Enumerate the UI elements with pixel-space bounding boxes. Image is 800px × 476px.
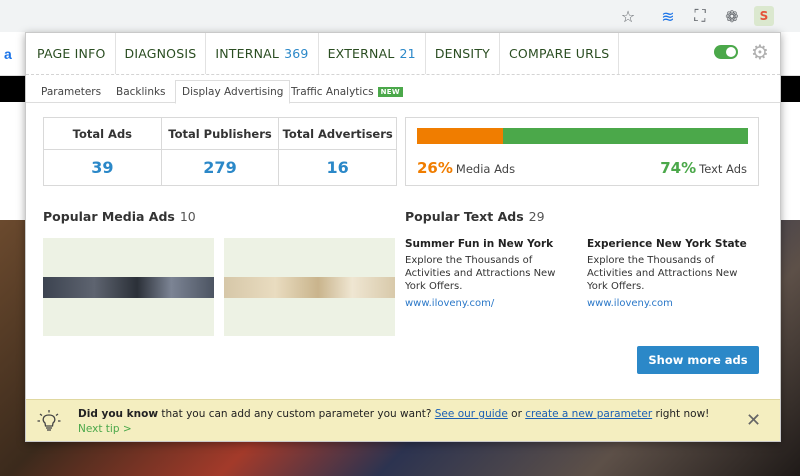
see-our-guide-link[interactable]: See our guide [435, 408, 508, 420]
text-ad-body: Explore the Thousands of Activities and … [405, 255, 556, 292]
heading-count: 29 [528, 209, 545, 224]
subtab-traffic-analytics[interactable]: Traffic Analytics NEW [291, 80, 403, 104]
tab-compare-urls[interactable]: COMPARE URLS [500, 33, 620, 74]
layers-icon[interactable]: ≋ [658, 6, 678, 26]
media-pct: 26% [417, 159, 453, 177]
tab-internal[interactable]: INTERNAL 369 [206, 33, 319, 74]
text-ad: Experience New York State Explore the Th… [587, 238, 757, 309]
popular-text-ads-heading: Popular Text Ads 29 [405, 209, 545, 224]
tip-bar: Did you know that you can add any custom… [26, 399, 780, 441]
stat-header: Total Advertisers [279, 118, 397, 150]
stat-value[interactable]: 39 [44, 150, 161, 185]
stat-header: Total Publishers [161, 118, 279, 150]
media-label: Media Ads [455, 162, 516, 176]
tip-message: Did you know that you can add any custom… [78, 408, 709, 420]
tab-label: DENSITY [434, 46, 490, 61]
extension-icon[interactable]: ❁ [722, 6, 742, 26]
media-ad-banner-image [224, 277, 395, 298]
create-parameter-link[interactable]: create a new parameter [525, 408, 652, 420]
media-ad-banner-image [43, 277, 214, 298]
top-navigation: PAGE INFO DIAGNOSIS INTERNAL 369 EXTERNAL… [26, 33, 780, 75]
tab-count: 369 [284, 46, 309, 61]
tip-text-end: right now! [655, 408, 710, 420]
subtab-display-advertising[interactable]: Display Advertising [175, 80, 291, 104]
heading-text: Popular Media Ads [43, 209, 175, 224]
seo-extension-popup: PAGE INFO DIAGNOSIS INTERNAL 369 EXTERNAL… [25, 32, 781, 442]
text-ad-title: Experience New York State [587, 238, 747, 250]
ads-ratio-bar [417, 128, 748, 144]
stat-header: Total Ads [44, 118, 161, 150]
text-pct: 74% [660, 159, 697, 177]
text-ad-url[interactable]: www.iloveny.com/ [405, 298, 575, 309]
text-ad-title: Summer Fun in New York [405, 238, 554, 250]
subtab-label: Traffic Analytics [291, 86, 374, 98]
next-tip-link[interactable]: Next tip > [78, 423, 132, 435]
tab-external[interactable]: EXTERNAL 21 [319, 33, 426, 74]
media-ad-thumbnail[interactable] [43, 238, 214, 336]
stat-total-ads: Total Ads 39 [44, 118, 162, 185]
tab-label: EXTERNAL [327, 46, 395, 61]
tip-lead: Did you know [78, 408, 159, 420]
stat-value[interactable]: 279 [162, 150, 279, 185]
tab-density[interactable]: DENSITY [426, 33, 500, 74]
subtab-parameters[interactable]: Parameters [41, 80, 101, 104]
show-more-ads-button[interactable]: Show more ads [637, 346, 759, 374]
tab-page-info[interactable]: PAGE INFO [28, 33, 116, 74]
screenshot-icon[interactable]: ⛶ [690, 6, 710, 26]
close-icon[interactable]: ✕ [746, 410, 761, 431]
tab-label: INTERNAL [215, 46, 280, 61]
tip-text: that you can add any custom parameter yo… [161, 408, 432, 420]
popular-media-ads-heading: Popular Media Ads 10 [43, 209, 196, 224]
site-logo-fragment: a [4, 46, 12, 62]
star-icon[interactable]: ☆ [618, 6, 638, 26]
media-ad-thumbnail[interactable] [224, 238, 395, 336]
heading-text: Popular Text Ads [405, 209, 524, 224]
stat-total-publishers: Total Publishers 279 [161, 118, 280, 185]
browser-toolbar: ☆ ≋ ⛶ ❁ S [0, 0, 800, 32]
subtab-backlinks[interactable]: Backlinks [116, 80, 166, 104]
tab-diagnosis[interactable]: DIAGNOSIS [116, 33, 207, 74]
text-ad-url[interactable]: www.iloveny.com [587, 298, 757, 309]
tip-or: or [511, 408, 522, 420]
media-ads-ratio: 26% Media Ads [417, 159, 515, 177]
text-ads-ratio: 74% Text Ads [660, 159, 747, 177]
heading-count: 10 [179, 209, 196, 224]
sub-tabs: Parameters Backlinks Display Advertising… [26, 77, 780, 104]
stat-value[interactable]: 16 [279, 150, 396, 185]
stat-total-advertisers: Total Advertisers 16 [279, 118, 397, 185]
ads-ratio-panel: 26% Media Ads 74% Text Ads [405, 117, 759, 186]
tab-count: 21 [399, 46, 416, 61]
text-ad: Summer Fun in New York Explore the Thous… [405, 238, 575, 309]
lightbulb-icon [37, 410, 61, 431]
enable-toggle[interactable] [714, 45, 738, 59]
gear-icon[interactable]: ⚙ [751, 40, 769, 64]
text-label: Text Ads [699, 162, 747, 176]
new-badge: NEW [377, 87, 403, 97]
text-ad-body: Explore the Thousands of Activities and … [587, 255, 738, 292]
ads-stats-table: Total Ads 39 Total Publishers 279 Total … [43, 117, 397, 186]
seoquake-icon[interactable]: S [754, 6, 774, 26]
tab-label: DIAGNOSIS [124, 46, 197, 61]
media-ads-fill [417, 128, 504, 144]
tab-label: PAGE INFO [37, 46, 106, 61]
tab-label: COMPARE URLS [509, 46, 610, 61]
